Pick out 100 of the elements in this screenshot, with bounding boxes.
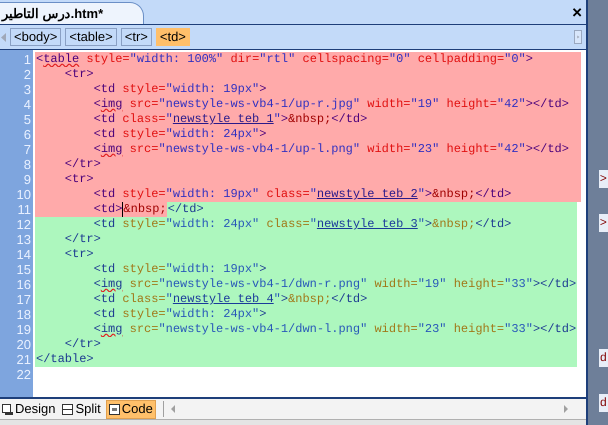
view-tab[interactable]: Split bbox=[60, 400, 103, 418]
code-token: "0" bbox=[388, 52, 411, 67]
code-token: "19" bbox=[418, 277, 447, 292]
line-number: 19 bbox=[16, 322, 31, 337]
code-token: width= bbox=[366, 142, 410, 157]
line-number: 4 bbox=[24, 97, 31, 112]
code-token: &nbsp; bbox=[123, 202, 167, 217]
code-token: width= bbox=[366, 97, 410, 112]
line-number: 3 bbox=[24, 82, 31, 97]
code-token: "42" bbox=[496, 142, 526, 157]
code-token: "33" bbox=[504, 277, 533, 292]
code-token: "width: 24px" bbox=[166, 127, 260, 142]
code-token[interactable]: newstyle teb 2 bbox=[316, 187, 418, 202]
code-token: <td bbox=[92, 127, 116, 142]
code-token: " bbox=[274, 112, 281, 127]
code-token: "33" bbox=[504, 322, 533, 337]
code-token: style= bbox=[121, 217, 166, 232]
code-token: class= bbox=[121, 112, 166, 127]
code-token: > bbox=[526, 52, 533, 67]
code-token: <tr> bbox=[64, 247, 94, 262]
code-token[interactable]: newstyle teb 1 bbox=[172, 112, 274, 127]
line-number: 9 bbox=[24, 172, 31, 187]
code-token: "newstyle-ws-vb4-1/up-l.png" bbox=[158, 142, 360, 157]
line-number: 5 bbox=[24, 112, 31, 127]
code-token: </td> bbox=[331, 112, 368, 127]
scroll-left-icon[interactable] bbox=[1, 32, 6, 42]
code-token: </td> bbox=[331, 292, 368, 307]
code-token: "width: 19px" bbox=[166, 82, 260, 97]
code-token: <td bbox=[92, 217, 116, 232]
code-token[interactable]: newstyle teb 3 bbox=[316, 217, 418, 232]
code-token: style= bbox=[121, 82, 166, 97]
code-token: < bbox=[92, 322, 101, 337]
tag-selector[interactable]: <body> bbox=[10, 28, 62, 46]
code-token: > bbox=[259, 127, 266, 142]
line-number: 20 bbox=[16, 337, 31, 352]
line-number: 12 bbox=[16, 217, 31, 232]
code-token: "newstyle-ws-vb4-1/dwn-l.png" bbox=[158, 322, 368, 337]
code-token: img bbox=[100, 277, 122, 292]
code-token: "42" bbox=[496, 97, 526, 112]
code-token: < bbox=[92, 97, 101, 112]
code-token: style= bbox=[121, 127, 166, 142]
code-token: ></td> bbox=[526, 142, 569, 157]
code-token: width= bbox=[373, 322, 418, 337]
code-token: " bbox=[310, 217, 317, 232]
code-token: <td bbox=[92, 262, 116, 277]
code-token: <td> bbox=[92, 202, 122, 217]
view-tab[interactable]: Code bbox=[106, 400, 156, 418]
code-token: style= bbox=[121, 307, 166, 322]
code-token: &nbsp; bbox=[288, 292, 332, 307]
line-number: 11 bbox=[18, 202, 31, 217]
code-token: > bbox=[280, 292, 288, 307]
code-token: "newstyle-ws-vb4-1/up-r.jpg" bbox=[158, 97, 360, 112]
scroll-left-icon[interactable] bbox=[170, 405, 175, 413]
code-token: <td bbox=[92, 82, 116, 97]
text-cursor bbox=[122, 202, 124, 217]
line-number: 6 bbox=[24, 127, 31, 142]
code-token: img bbox=[100, 142, 122, 157]
code-token: height= bbox=[446, 97, 497, 112]
tag-selector[interactable]: <tr> bbox=[120, 28, 152, 46]
code-token: src= bbox=[128, 97, 158, 112]
code-token: "width: 24px" bbox=[166, 217, 260, 232]
code-token: " bbox=[310, 187, 317, 202]
code-token: class= bbox=[121, 292, 166, 307]
close-button[interactable]: × bbox=[572, 4, 582, 21]
document-tab[interactable]: درس التاطير.htm* bbox=[0, 2, 144, 24]
view-tab[interactable]: Design bbox=[0, 400, 58, 418]
tag-selector[interactable]: <table> bbox=[65, 28, 117, 46]
code-token: "23" bbox=[418, 322, 447, 337]
code-token: &nbsp; bbox=[288, 112, 332, 127]
code-token: <td bbox=[92, 112, 116, 127]
code-token: > bbox=[424, 217, 432, 232]
code-token: <td bbox=[92, 187, 116, 202]
scroll-right-icon[interactable] bbox=[564, 405, 568, 413]
code-token: < bbox=[92, 142, 101, 157]
line-number: 14 bbox=[16, 247, 31, 262]
code-token: src= bbox=[128, 277, 158, 292]
line-number: 8 bbox=[24, 157, 31, 172]
code-token: height= bbox=[452, 277, 504, 292]
code-token: src= bbox=[128, 142, 158, 157]
code-token: <tr> bbox=[64, 172, 94, 187]
code-token: "0" bbox=[504, 52, 526, 67]
panel-text: d bbox=[598, 349, 608, 367]
code-token: &nbsp; bbox=[432, 217, 476, 232]
line-number: 7 bbox=[24, 142, 31, 157]
code-token: ></td> bbox=[532, 277, 576, 292]
line-number: 2 bbox=[24, 67, 31, 82]
code-token: "19" bbox=[410, 97, 440, 112]
scroll-right-icon[interactable] bbox=[574, 30, 582, 44]
code-token: > bbox=[424, 187, 432, 202]
code-token: </table> bbox=[36, 352, 94, 367]
code-token: </tr> bbox=[64, 337, 101, 352]
code-token: src= bbox=[128, 322, 158, 337]
code-token[interactable]: newstyle teb 4 bbox=[172, 292, 274, 307]
tag-selector[interactable]: <td> bbox=[156, 28, 190, 46]
code-token: "width: 19px" bbox=[166, 262, 260, 277]
code-token: ></td> bbox=[526, 97, 569, 112]
code-token: </tr> bbox=[64, 232, 101, 247]
code-token: > bbox=[280, 112, 288, 127]
code-token: " bbox=[166, 292, 173, 307]
code-token: class= bbox=[265, 187, 310, 202]
